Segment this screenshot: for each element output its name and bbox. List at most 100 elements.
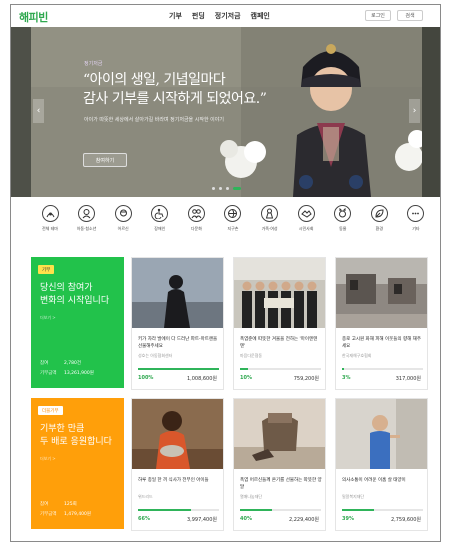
panel-title-line-1: 당신의 참여가 [40,283,93,293]
category-all-themes[interactable]: 전체 테마 [33,205,67,232]
card-organization: 열매나눔재단 [240,494,263,499]
card-progress-fill [138,509,192,511]
hero-cta-button[interactable]: 참여하기 [83,153,127,167]
panel-title-line-2: 두 배로 응원합니다 [40,437,112,447]
category-multicultural[interactable]: 다문화 [179,205,213,232]
hero-photo-illustration [31,27,422,197]
slide-dot[interactable] [219,187,222,190]
double-donation-panel[interactable]: 더블기부 기부한 만큼 두 배로 응원합니다 더보기 > 참여 125회 기부금… [31,398,124,529]
stat-label: 참여 [40,361,49,366]
card-title[interactable]: 폭염 어르신들께 온기를 선물하는 따뜻한 양말 [240,477,322,491]
category-leaf[interactable]: 환경 [362,205,396,232]
category-child[interactable]: 아동·청소년 [70,205,104,232]
donation-card[interactable]: 키가 자라 발에이 다 드러난 파트-마트랜을 선물해주세요 성호는 아동협회센터… [131,257,224,390]
category-animal[interactable]: 동물 [326,205,360,232]
panel-badge: 기부 [38,265,55,274]
card-percent: 66% [138,516,150,522]
card-title[interactable]: 하루 종일 한 끼 식사가 전부인 아이들 [138,477,220,484]
donation-card[interactable]: 종로 고시원 화재 피해 이웃들의 향해 재주세요 한국재해구호협회 3% 317,0… [335,257,428,390]
card-progress-fill [138,368,219,370]
next-slide-peek [422,27,440,197]
search-button[interactable]: 검색 [397,10,423,21]
hero-title-line-2: 감사 기부를 시작하게 되었어요.” [83,91,267,107]
card-progress-bar [342,509,423,511]
donation-card[interactable]: 하루 종일 한 끼 식사가 전부인 아이들 위드리드 66% 3,997,400원 [131,398,224,531]
card-image[interactable] [336,258,427,328]
stat-label: 기부금액 [40,371,57,376]
card-progress-bar [138,509,219,511]
card-percent: 40% [240,516,252,522]
panel-stat-amount: 기부금액 1,479,400원 [40,511,91,517]
card-progress-bar [240,368,321,370]
stat-label: 참여 [40,502,49,507]
category-label: 가족·여성 [261,226,278,231]
multicultural-icon [187,205,205,222]
stat-label: 기부금액 [40,512,57,517]
card-percent: 39% [342,516,354,522]
top-header: 해피빈 기부 펀딩 정기저금 캠페인 로그인 검색 [11,5,440,27]
family-icon [261,205,279,222]
child-icon [78,205,96,222]
category-label: 지구촌 [227,226,239,231]
panel-more-link[interactable]: 더보기 > [40,456,56,462]
disability-icon [151,205,169,222]
card-title[interactable]: 폭염준에 따뜻한 겨울을 전하는 '마이엔텐텐' [240,336,322,350]
hero-slide: 정기저금 “아이의 생일, 기념일마다 감사 기부를 시작하게 되었어요.” 아… [31,27,422,197]
login-button[interactable]: 로그인 [365,10,391,21]
slide-indicators [212,187,241,190]
nav-funding[interactable]: 펀딩 [192,11,205,21]
card-title[interactable]: 의사소통이 어려운 이홉 살 태양이 [342,477,424,484]
all-themes-icon [41,205,59,222]
hero-banner[interactable]: 정기저금 “아이의 생일, 기념일마다 감사 기부를 시작하게 되었어요.” 아… [11,27,440,197]
category-more[interactable]: 기타 [399,205,433,232]
senior-icon [114,205,132,222]
panel-stat-participation: 참여 2,780건 [40,360,81,366]
panel-title-line-1: 기부한 만큼 [40,424,85,434]
nav-donate[interactable]: 기부 [169,11,182,21]
card-organization: 위드리드 [138,494,153,499]
card-image[interactable] [234,258,325,328]
handshake-icon [297,205,315,222]
hero-title: “아이의 생일, 기념일마다 감사 기부를 시작하게 되었어요.” [83,71,267,109]
card-progress-bar [342,368,423,370]
card-title[interactable]: 키가 자라 발에이 다 드러난 파트-마트랜을 선물해주세요 [138,336,220,350]
nav-regular-saving[interactable]: 정기저금 [215,11,241,21]
card-amount: 317,000원 [395,376,421,382]
card-image[interactable] [132,399,223,469]
logo[interactable]: 해피빈 [19,9,48,25]
donation-card[interactable]: 폭염준에 따뜻한 겨울을 전하는 '마이엔텐텐' 마음다운협동 10% 759,200… [233,257,326,390]
category-label: 전체 테마 [42,226,58,231]
card-amount: 2,759,600원 [390,517,421,523]
prev-arrow-icon[interactable]: ‹ [33,99,44,123]
card-image[interactable] [336,399,427,469]
category-label: 동물 [339,226,347,231]
category-label: 기타 [412,226,420,231]
category-label: 장애인 [154,226,166,231]
category-globe[interactable]: 지구촌 [216,205,250,232]
panel-more-link[interactable]: 더보기 > [40,315,56,321]
leaf-icon [370,205,388,222]
category-senior[interactable]: 어르신 [106,205,140,232]
card-image[interactable] [234,399,325,469]
donation-summary-panel[interactable]: 기부 당신의 참여가 변화의 시작입니다 더보기 > 참여 2,780건 기부금… [31,257,124,388]
nav-campaign[interactable]: 캠페인 [251,11,270,21]
slide-dot-active[interactable] [233,187,241,190]
card-organization: 마음다운협동 [240,353,263,358]
category-family[interactable]: 가족·여성 [253,205,287,232]
slide-dot[interactable] [226,187,229,190]
card-progress-bar [138,368,219,370]
card-image[interactable] [132,258,223,328]
next-arrow-icon[interactable]: › [409,99,420,123]
page-frame: 해피빈 기부 펀딩 정기저금 캠페인 로그인 검색 정기저금 “아이의 생일, … [10,4,441,542]
card-amount: 1,008,600원 [186,376,217,382]
globe-icon [224,205,242,222]
panel-stat-participation: 참여 125회 [40,501,77,507]
card-title[interactable]: 종로 고시원 화재 피해 이웃들의 향해 재주세요 [342,336,424,350]
category-handshake[interactable]: 시민사회 [289,205,323,232]
card-percent: 10% [240,375,252,381]
donation-card[interactable]: 의사소통이 어려운 이홉 살 태양이 밀알복지재단 39% 2,759,600원 [335,398,428,531]
card-percent: 100% [138,375,154,381]
slide-dot[interactable] [212,187,215,190]
donation-card[interactable]: 폭염 어르신들께 온기를 선물하는 따뜻한 양말 열매나눔재단 40% 2,229,4… [233,398,326,531]
category-disability[interactable]: 장애인 [143,205,177,232]
